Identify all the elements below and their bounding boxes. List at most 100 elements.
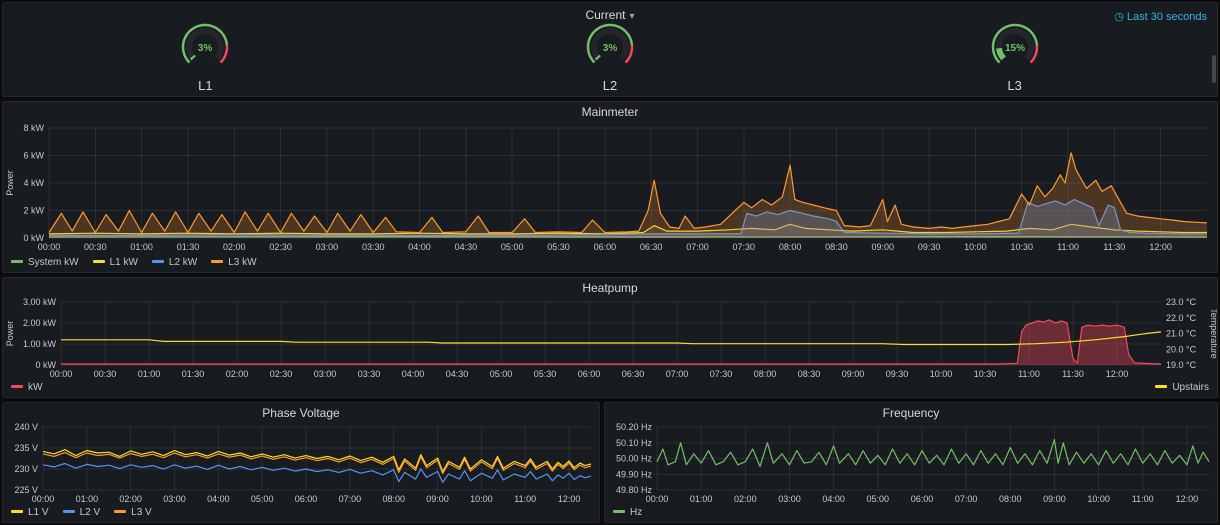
svg-text:00:00: 00:00 (32, 494, 55, 504)
svg-text:4 kW: 4 kW (23, 178, 44, 188)
svg-text:01:30: 01:30 (177, 242, 200, 252)
svg-text:Temperature: Temperature (1209, 308, 1217, 359)
legend-item-system-kw[interactable]: System kW (11, 256, 79, 270)
panel-frequency: Frequency 49.80 Hz 49.90 Hz 50.00 Hz 50.10 … (604, 402, 1218, 523)
panel-title-frequency[interactable]: Frequency (605, 403, 1217, 423)
legend-swatch (211, 259, 224, 263)
svg-text:3%: 3% (198, 43, 213, 54)
legend-swatch (11, 259, 23, 263)
legend-swatch (1155, 384, 1168, 388)
svg-text:07:30: 07:30 (710, 369, 733, 379)
svg-text:2 kW: 2 kW (23, 206, 44, 216)
svg-text:09:00: 09:00 (1043, 494, 1066, 504)
svg-text:09:00: 09:00 (871, 242, 894, 252)
svg-text:06:00: 06:00 (911, 494, 934, 504)
svg-text:05:00: 05:00 (490, 369, 513, 379)
svg-text:03:00: 03:00 (314, 369, 337, 379)
svg-text:Power: Power (5, 321, 15, 347)
legend-item-kw[interactable]: kW (11, 381, 42, 395)
svg-text:04:00: 04:00 (402, 369, 425, 379)
svg-text:01:00: 01:00 (76, 494, 99, 504)
svg-text:11:00: 11:00 (514, 494, 536, 504)
svg-text:03:30: 03:30 (362, 242, 385, 252)
svg-text:15%: 15% (1005, 43, 1025, 54)
svg-text:12:00: 12:00 (1176, 494, 1199, 504)
svg-text:02:00: 02:00 (223, 242, 246, 252)
mainmeter-graph[interactable]: 0 kW 2 kW 4 kW 6 kW 8 kW 00:00 00:30 01:00 01:30… (3, 122, 1217, 254)
mainmeter-legend: System kW L1 kW L2 kW L3 kW (11, 256, 1209, 270)
panel-title-phase-voltage[interactable]: Phase Voltage (3, 403, 599, 423)
svg-text:02:00: 02:00 (119, 494, 142, 504)
svg-text:04:00: 04:00 (207, 494, 230, 504)
panel-title-heatpump[interactable]: Heatpump (3, 278, 1217, 298)
svg-text:00:30: 00:30 (94, 369, 117, 379)
gauge-l3: 15% (989, 20, 1041, 77)
svg-text:10:00: 10:00 (1087, 494, 1110, 504)
heatpump-legend: kW Upstairs (11, 381, 1209, 395)
svg-text:03:00: 03:00 (316, 242, 339, 252)
svg-text:3%: 3% (603, 43, 618, 54)
gauge-label-l3: L3 (1007, 78, 1022, 93)
legend-item-l1-kw[interactable]: L1 kW (92, 256, 138, 270)
svg-text:230 V: 230 V (14, 464, 38, 474)
legend-item-l2-v[interactable]: L2 V (62, 506, 100, 520)
svg-text:50.00 Hz: 50.00 Hz (616, 454, 653, 464)
svg-text:11:30: 11:30 (1062, 369, 1084, 379)
svg-text:19.0 °C: 19.0 °C (1166, 360, 1197, 370)
svg-text:3.00 kW: 3.00 kW (23, 298, 57, 307)
legend-swatch (613, 509, 625, 513)
svg-text:07:00: 07:00 (339, 494, 362, 504)
svg-text:01:30: 01:30 (182, 369, 205, 379)
legend-swatch (151, 259, 164, 263)
panel-phase-voltage: Phase Voltage 225 V 230 V 235 V 240 V 00:00 0… (2, 402, 600, 523)
legend-swatch (92, 259, 105, 263)
svg-text:00:00: 00:00 (50, 369, 73, 379)
panel-title-mainmeter[interactable]: Mainmeter (3, 102, 1217, 122)
svg-text:240 V: 240 V (14, 423, 38, 432)
frequency-graph[interactable]: 49.80 Hz 49.90 Hz 50.00 Hz 50.10 Hz 50.20 Hz… (605, 422, 1217, 506)
svg-text:07:00: 07:00 (666, 369, 689, 379)
svg-text:07:00: 07:00 (955, 494, 978, 504)
svg-text:08:00: 08:00 (779, 242, 802, 252)
svg-text:06:00: 06:00 (578, 369, 601, 379)
svg-text:00:00: 00:00 (646, 494, 669, 504)
gauge-block-l1: 3% L1 (3, 20, 408, 93)
svg-text:50.10 Hz: 50.10 Hz (616, 438, 653, 448)
gauge-block-l2: 3% L2 (408, 20, 813, 93)
legend-item-l3-kw[interactable]: L3 kW (211, 256, 257, 270)
heatpump-graph[interactable]: 0 kW 1.00 kW 2.00 kW 3.00 kW 19.0 °C 20.0 °C 2… (3, 297, 1219, 381)
time-range-picker[interactable]: ◷ Last 30 seconds (1114, 10, 1207, 23)
legend-item-l3-v[interactable]: L3 V (114, 506, 152, 520)
svg-text:12:00: 12:00 (1106, 369, 1129, 379)
svg-text:07:30: 07:30 (733, 242, 756, 252)
scrollbar-thumb[interactable] (1212, 55, 1216, 83)
svg-text:08:00: 08:00 (754, 369, 777, 379)
svg-text:2.00 kW: 2.00 kW (23, 318, 57, 328)
svg-text:04:30: 04:30 (455, 242, 478, 252)
frequency-legend: Hz (613, 506, 1209, 520)
svg-text:12:00: 12:00 (558, 494, 581, 504)
svg-text:02:30: 02:30 (270, 369, 293, 379)
legend-item-l2-kw[interactable]: L2 kW (151, 256, 197, 270)
svg-text:6 kW: 6 kW (23, 151, 44, 161)
row-title-current[interactable]: Current ▾ (3, 8, 1217, 22)
svg-text:10:30: 10:30 (1010, 242, 1033, 252)
svg-text:06:30: 06:30 (622, 369, 645, 379)
svg-text:11:00: 11:00 (1018, 369, 1040, 379)
panel-heatpump: Heatpump 0 kW 1.00 kW 2.00 kW 3.00 kW 19.0 °… (2, 277, 1219, 398)
svg-text:11:00: 11:00 (1132, 494, 1154, 504)
svg-text:05:30: 05:30 (534, 369, 557, 379)
svg-text:04:00: 04:00 (408, 242, 431, 252)
time-range-label: Last 30 seconds (1126, 11, 1207, 23)
legend-item-hz[interactable]: Hz (613, 506, 642, 520)
legend-item-upstairs[interactable]: Upstairs (1155, 381, 1209, 395)
svg-text:09:00: 09:00 (842, 369, 865, 379)
svg-text:00:30: 00:30 (84, 242, 107, 252)
phase-voltage-graph[interactable]: 225 V 230 V 235 V 240 V 00:00 01:00 02:00 03:00… (3, 422, 599, 506)
svg-text:10:00: 10:00 (930, 369, 953, 379)
legend-swatch (11, 384, 23, 388)
legend-item-l1-v[interactable]: L1 V (11, 506, 49, 520)
svg-text:00:00: 00:00 (38, 242, 61, 252)
svg-text:05:00: 05:00 (867, 494, 890, 504)
svg-text:03:00: 03:00 (163, 494, 186, 504)
